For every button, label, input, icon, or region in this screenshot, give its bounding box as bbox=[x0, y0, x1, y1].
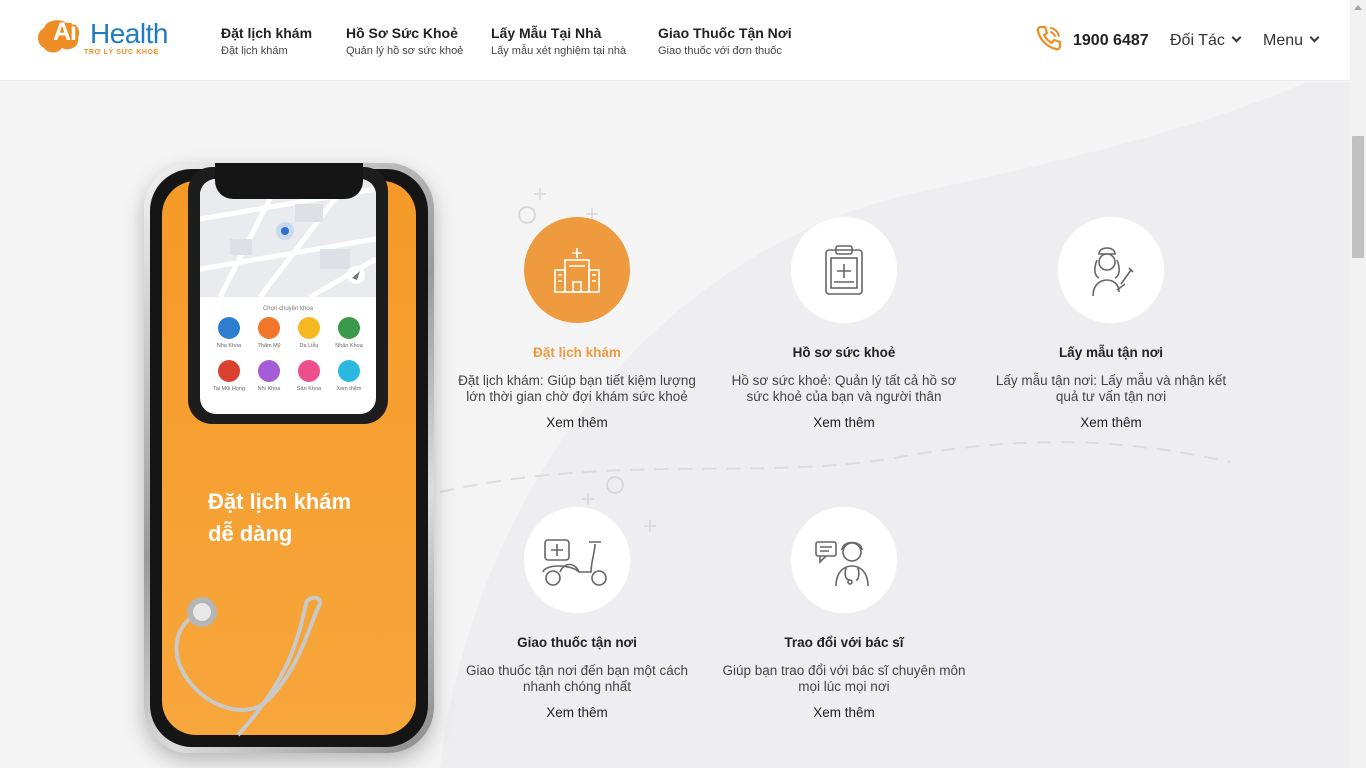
nav-title: Đặt lịch khám bbox=[221, 25, 313, 41]
specialty-item: Nhi Khoa bbox=[249, 360, 289, 392]
see-more-link[interactable]: Xem thêm bbox=[981, 415, 1241, 430]
inner-app-screenshot: Chọn chuyên khoa Nha Khoa Thẩm Mỹ Da Liễ… bbox=[188, 167, 388, 424]
phone-notch bbox=[215, 163, 363, 199]
service-card-giao-thuoc-tan-noi: Giao thuốc tận nơi Giao thuốc tận nơi đế… bbox=[447, 507, 707, 720]
hospital-icon bbox=[554, 248, 600, 293]
specialty-label: Thẩm Mỹ bbox=[257, 343, 281, 349]
tooth-icon bbox=[218, 317, 240, 339]
nav-subtitle: Quản lý hồ sơ sức khoẻ bbox=[346, 45, 464, 57]
service-icon-button[interactable] bbox=[1058, 217, 1164, 323]
service-title: Lấy mẫu tận nơi bbox=[1058, 345, 1164, 360]
scroll-thumb[interactable] bbox=[1352, 136, 1364, 258]
specialty-item: Tai Mũi Họng bbox=[209, 360, 249, 392]
service-title: Hồ sơ sức khoẻ bbox=[792, 345, 896, 360]
nav-title: Giao Thuốc Tận Nơi bbox=[658, 25, 792, 41]
beauty-icon bbox=[258, 317, 280, 339]
service-icon-button[interactable] bbox=[791, 217, 897, 323]
baby-icon bbox=[258, 360, 280, 382]
phone-headline-line1: Đặt lịch khám bbox=[208, 489, 352, 514]
service-icon-button[interactable] bbox=[791, 507, 897, 613]
nav-title: Lấy Mẫu Tại Nhà bbox=[491, 25, 602, 41]
scroll-up-arrow-icon[interactable] bbox=[1354, 5, 1362, 10]
see-more-link[interactable]: Xem thêm bbox=[714, 415, 974, 430]
chevron-down-icon bbox=[1231, 32, 1242, 43]
nav-subtitle: Lấy mẫu xét nghiệm tại nhà bbox=[491, 45, 627, 57]
menu-dropdown[interactable]: Menu bbox=[1263, 32, 1320, 50]
nav-lay-mau-tai-nha[interactable]: Lấy Mẫu Tại Nhà Lấy mẫu xét nghiệm tại n… bbox=[491, 25, 626, 57]
page-scrollbar[interactable] bbox=[1350, 0, 1366, 768]
specialty-item: Sản Khoa bbox=[289, 360, 329, 392]
app-screen: Chọn chuyên khoa Nha Khoa Thẩm Mỹ Da Liễ… bbox=[200, 179, 376, 414]
partners-dropdown[interactable]: Đối Tác bbox=[1170, 32, 1242, 50]
nav-title: Hồ Sơ Sức Khoẻ bbox=[346, 25, 458, 41]
service-card-trao-doi-voi-bac-si: Trao đổi với bác sĩ Giúp bạn trao đổi vớ… bbox=[714, 507, 974, 720]
specialty-item: Nhãn Khoa bbox=[329, 317, 369, 349]
service-title: Trao đổi với bác sĩ bbox=[784, 635, 904, 650]
scooter-icon bbox=[542, 539, 607, 586]
obstetrics-icon bbox=[298, 360, 320, 382]
hotline-number: 1900 6487 bbox=[1073, 32, 1149, 49]
service-description: Hồ sơ sức khoẻ: Quản lý tất cả hồ sơ sức… bbox=[731, 373, 957, 404]
service-card-ho-so-suc-khoe: Hồ sơ sức khoẻ Hồ sơ sức khoẻ: Quản lý t… bbox=[714, 217, 974, 430]
aihealth-logo[interactable]: Ai Health TRỢ LÝ SỨC KHOẺ bbox=[36, 16, 176, 60]
service-title: Đặt lịch khám bbox=[533, 345, 621, 360]
logo-tagline: TRỢ LÝ SỨC KHOẺ bbox=[84, 49, 159, 56]
specialty-label: Nha Khoa bbox=[216, 343, 242, 349]
sheet-title: Chọn chuyên khoa bbox=[262, 306, 314, 312]
service-description: Đặt lịch khám: Giúp bạn tiết kiệm lượng … bbox=[458, 373, 696, 404]
nav-giao-thuoc-tan-noi[interactable]: Giao Thuốc Tận Nơi Giao thuốc với đơn th… bbox=[658, 25, 792, 57]
service-title: Giao thuốc tận nơi bbox=[517, 635, 637, 650]
specialty-label: Da Liễu bbox=[299, 343, 319, 349]
specialty-label: Tai Mũi Họng bbox=[212, 386, 246, 392]
logo-health-text: Health bbox=[90, 18, 168, 49]
chevron-down-icon bbox=[1309, 32, 1320, 43]
nav-subtitle: Giao thuốc với đơn thuốc bbox=[658, 45, 782, 57]
see-more-link[interactable]: Xem thêm bbox=[447, 415, 707, 430]
service-card-lay-mau-tan-noi: Lấy mẫu tận nơi Lấy mẫu tận nơi: Lấy mẫu… bbox=[981, 217, 1241, 430]
service-icon-button[interactable] bbox=[524, 507, 630, 613]
skin-icon bbox=[298, 317, 320, 339]
service-icon-button[interactable] bbox=[524, 217, 630, 323]
nav-dat-lich-kham[interactable]: Đặt lịch khám Đặt lịch khám bbox=[221, 25, 312, 57]
see-more-link[interactable]: Xem thêm bbox=[714, 705, 974, 720]
specialty-item: Xem thêm bbox=[329, 360, 369, 392]
logo-ai-text: Ai bbox=[53, 18, 77, 46]
specialty-label: Xem thêm bbox=[336, 386, 362, 392]
nurse-icon bbox=[1092, 247, 1134, 297]
specialty-label: Nhi Khoa bbox=[257, 386, 281, 392]
specialty-item: Thẩm Mỹ bbox=[249, 317, 289, 349]
see-more-link[interactable]: Xem thêm bbox=[447, 705, 707, 720]
nav-subtitle: Đặt lịch khám bbox=[221, 45, 288, 57]
specialty-item: Nha Khoa bbox=[209, 317, 249, 349]
partners-label: Đối Tác bbox=[1170, 32, 1225, 49]
specialty-label: Nhãn Khoa bbox=[335, 343, 363, 349]
nav-ho-so-suc-khoe[interactable]: Hồ Sơ Sức Khoẻ Quản lý hồ sơ sức khoẻ bbox=[346, 25, 463, 57]
stethoscope-icon bbox=[174, 595, 322, 737]
phone-headline-line2: dễ dàng bbox=[208, 521, 293, 546]
phone-headline: Đặt lịch khám dễ dàng bbox=[208, 486, 351, 550]
service-description: Giao thuốc tận nơi đến bạn một cách nhan… bbox=[466, 663, 688, 694]
service-description: Lấy mẫu tận nơi: Lấy mẫu và nhận kết quả… bbox=[995, 373, 1227, 404]
site-header: Ai Health TRỢ LÝ SỨC KHOẺ Đặt lịch khám … bbox=[0, 0, 1350, 81]
doctor-chat-icon bbox=[815, 541, 869, 587]
more-dots-icon bbox=[338, 360, 360, 382]
eye-icon bbox=[338, 317, 360, 339]
menu-label: Menu bbox=[1263, 32, 1304, 49]
specialty-label: Sản Khoa bbox=[296, 386, 322, 392]
phone-icon bbox=[1036, 25, 1062, 51]
service-card-dat-lich-kham: Đặt lịch khám Đặt lịch khám: Giúp bạn ti… bbox=[447, 217, 707, 430]
clipboard-icon bbox=[825, 245, 863, 295]
ent-icon bbox=[218, 360, 240, 382]
specialty-item: Da Liễu bbox=[289, 317, 329, 349]
service-description: Giúp bạn trao đổi với bác sĩ chuyên môn … bbox=[722, 663, 966, 694]
